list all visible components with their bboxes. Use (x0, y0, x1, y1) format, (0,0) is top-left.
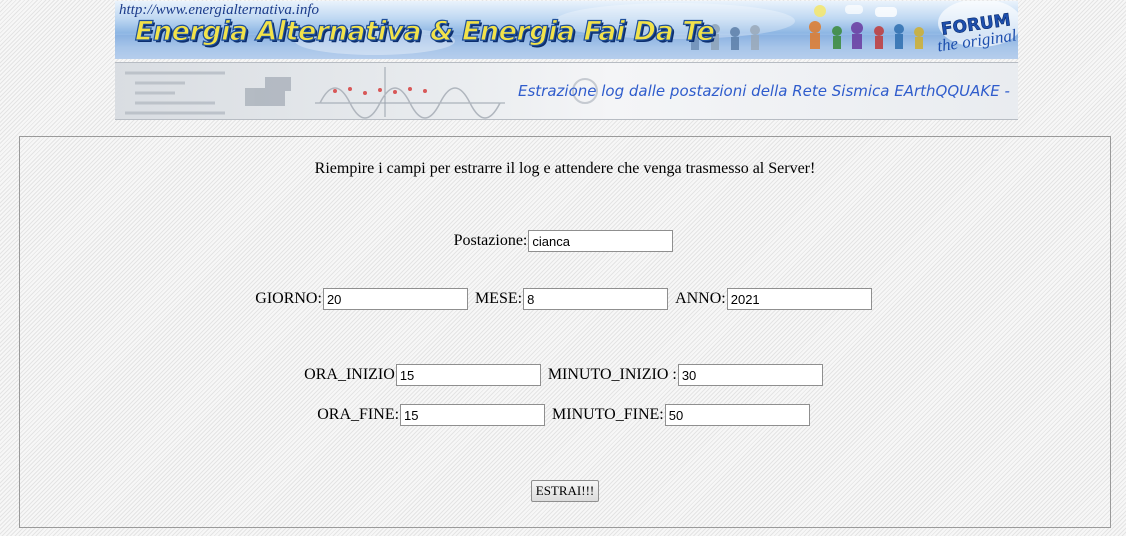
page-subtitle-banner: Estrazione log dalle postazioni della Re… (115, 62, 1018, 120)
ora-fine-input[interactable] (400, 404, 546, 426)
postazione-row: Postazione: (20, 230, 1110, 252)
ora-fine-label: ORA_FINE: (317, 406, 400, 423)
ora-inizio-input[interactable] (395, 364, 541, 386)
mese-label: MESE: (474, 290, 523, 307)
site-title: Energia Alternativa & Energia Fai Da Te (134, 15, 715, 47)
end-time-row: ORA_FINE: MINUTO_FINE: (20, 404, 1110, 426)
giorno-input[interactable] (322, 288, 468, 310)
postazione-input[interactable] (528, 230, 674, 252)
date-row: GIORNO: MESE: ANNO: (20, 288, 1110, 310)
submit-row: ESTRAI!!! (20, 480, 1110, 502)
page-subtitle: Estrazione log dalle postazioni della Re… (518, 82, 1010, 100)
site-banner: http://www.energialternativa.info Energi… (115, 1, 1018, 59)
estrai-button[interactable]: ESTRAI!!! (530, 480, 600, 502)
anno-label: ANNO: (675, 290, 726, 307)
form-instructions: Riempire i campi per estrarre il log e a… (314, 160, 816, 177)
ora-inizio-label: ORA_INIZIO (304, 366, 395, 383)
minuto-inizio-label: MINUTO_INIZIO : (547, 366, 677, 383)
minuto-inizio-input[interactable] (677, 364, 823, 386)
minuto-fine-label: MINUTO_FINE: (552, 406, 664, 423)
postazione-label: Postazione: (453, 232, 528, 249)
anno-input[interactable] (726, 288, 872, 310)
minuto-fine-input[interactable] (664, 404, 810, 426)
mese-input[interactable] (523, 288, 669, 310)
log-extraction-form: Riempire i campi per estrarre il log e a… (19, 136, 1111, 528)
giorno-label: GIORNO: (255, 290, 322, 307)
start-time-row: ORA_INIZIO MINUTO_INIZIO : (20, 364, 1110, 386)
